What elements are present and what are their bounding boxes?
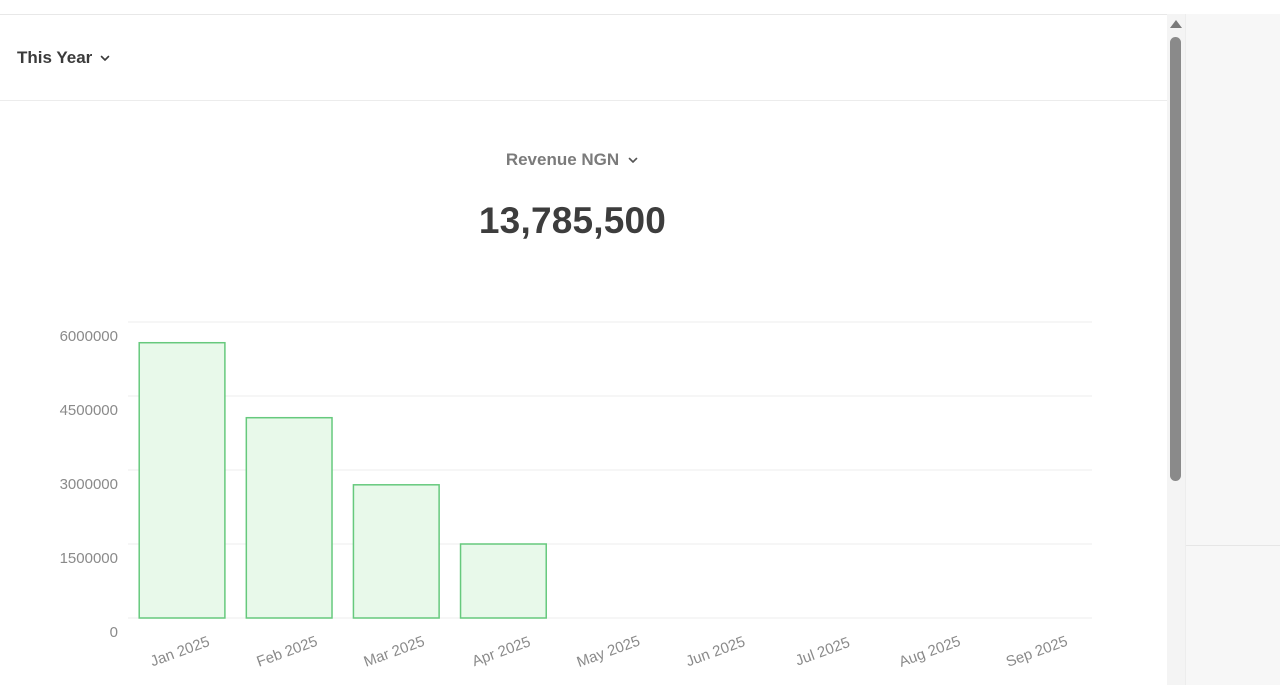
- scroll-thumb[interactable]: [1170, 37, 1181, 481]
- y-tick-label: 1500000: [60, 550, 118, 567]
- x-tick-label: Sep 2025: [1004, 633, 1070, 671]
- revenue-total: 13,785,500: [478, 200, 667, 241]
- bar-jan-2025: [138, 341, 226, 619]
- bar-feb-2025: [245, 416, 333, 619]
- right-panel: [1185, 14, 1280, 685]
- period-dropdown[interactable]: This Year: [17, 47, 111, 69]
- y-tick-label: 4500000: [60, 402, 118, 419]
- metric-dropdown-label: Revenue NGN: [505, 150, 620, 169]
- chevron-down-icon: [628, 157, 638, 163]
- x-tick-label: Jan 2025: [148, 633, 212, 670]
- x-tick-label: Aug 2025: [897, 633, 963, 671]
- y-tick-label: 3000000: [60, 476, 118, 493]
- x-tick-label: Mar 2025: [362, 633, 427, 671]
- x-tick-label: Jun 2025: [684, 633, 748, 670]
- top-strip: [0, 0, 1167, 15]
- revenue-bar-chart: 0 1500000 3000000 4500000 6000000 Jan 2025 Feb…: [60, 321, 1092, 672]
- x-tick-label: Feb 2025: [254, 633, 319, 671]
- bar-apr-2025: [459, 543, 547, 619]
- scroll-up-arrow-icon[interactable]: [1170, 20, 1182, 28]
- period-dropdown-label: This Year: [17, 48, 93, 67]
- bar-mar-2025: [352, 484, 440, 619]
- toolbar: This Year: [0, 15, 1167, 101]
- y-tick-label: 6000000: [60, 328, 118, 345]
- x-tick-label: Apr 2025: [470, 633, 533, 670]
- vertical-scrollbar[interactable]: [1167, 14, 1185, 685]
- x-tick-label: Jul 2025: [793, 634, 852, 669]
- metric-dropdown[interactable]: Revenue NGN: [506, 150, 639, 170]
- panel-divider: [1186, 545, 1280, 546]
- x-tick-label: May 2025: [575, 633, 643, 672]
- chevron-down-icon: [100, 55, 110, 61]
- metric-selector: Revenue NGN: [0, 150, 1145, 170]
- y-tick-label: 0: [110, 624, 118, 641]
